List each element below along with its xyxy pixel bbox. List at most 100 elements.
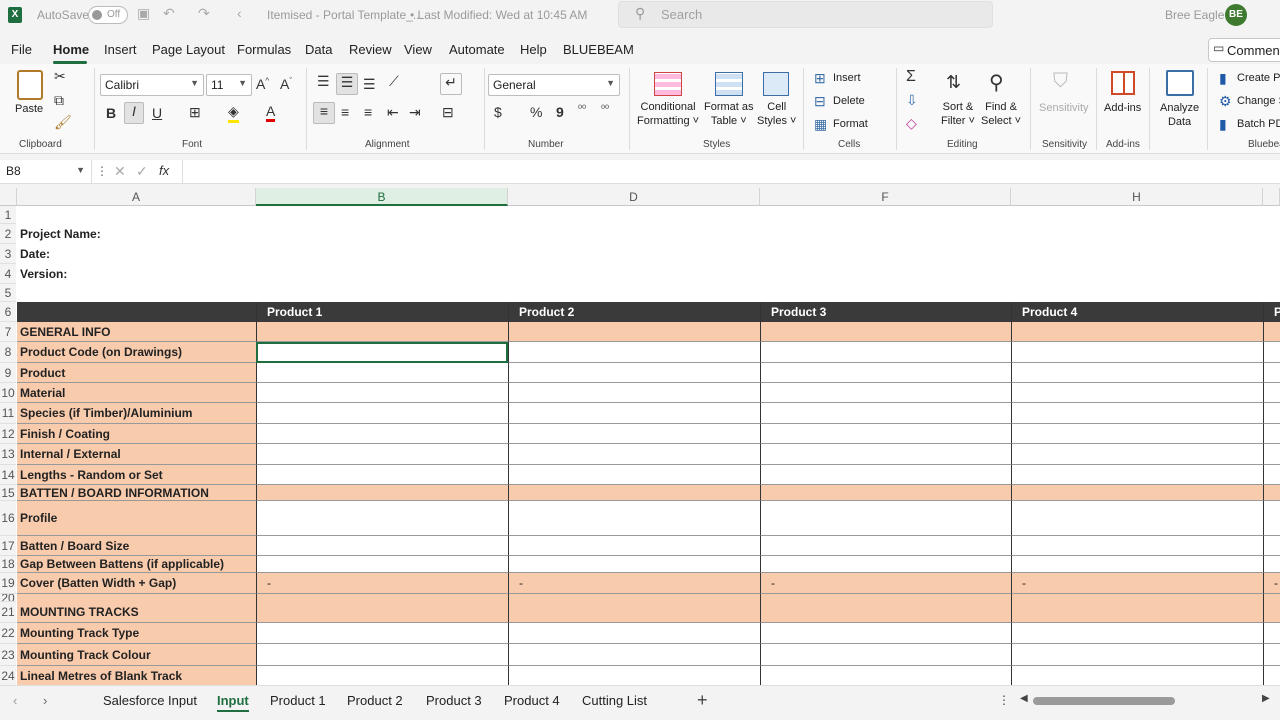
grid-cell[interactable] bbox=[1011, 363, 1263, 383]
paste-button[interactable]: Paste bbox=[15, 102, 43, 116]
grid-cell[interactable] bbox=[1263, 342, 1280, 363]
grid-cell[interactable] bbox=[508, 536, 760, 556]
grid-cell[interactable] bbox=[256, 644, 508, 666]
scroll-left-icon[interactable]: ◀ bbox=[1020, 693, 1028, 704]
decrease-decimal-icon[interactable]: ⁰⁰ bbox=[601, 104, 609, 115]
font-name-dropdown[interactable]: Calibri ▼ bbox=[100, 74, 204, 96]
row-label[interactable]: Material bbox=[17, 383, 256, 403]
more-commands-icon[interactable]: ‹ bbox=[237, 5, 242, 21]
row-label[interactable]: Date: bbox=[17, 244, 256, 264]
align-left-icon[interactable]: ≡ bbox=[313, 102, 335, 124]
row-label[interactable]: Mounting Track Type bbox=[17, 623, 256, 644]
grid-cell[interactable] bbox=[256, 556, 508, 573]
cut-icon[interactable]: ✂ bbox=[54, 68, 66, 85]
grid-cell[interactable] bbox=[256, 666, 508, 685]
grid-cell[interactable] bbox=[1263, 465, 1280, 485]
format-cells-icon[interactable]: ▦ bbox=[814, 116, 827, 133]
tab-data[interactable]: Data bbox=[305, 42, 332, 57]
grid-cell[interactable] bbox=[508, 342, 760, 363]
cancel-icon[interactable]: ✕ bbox=[114, 163, 126, 180]
row-header[interactable]: 2 bbox=[0, 224, 16, 244]
add-ins-button[interactable]: Add-ins bbox=[1104, 101, 1141, 115]
grid-cell[interactable] bbox=[1263, 284, 1280, 302]
grid-cell[interactable] bbox=[256, 284, 508, 302]
grid-cell[interactable] bbox=[1011, 465, 1263, 485]
row-label[interactable] bbox=[17, 302, 256, 322]
add-ins-icon[interactable] bbox=[1111, 71, 1135, 95]
grid-cell[interactable] bbox=[508, 403, 760, 424]
row-header[interactable]: 3 bbox=[0, 244, 16, 264]
decrease-font-icon[interactable]: Aˇ bbox=[280, 76, 292, 92]
grid-cell[interactable] bbox=[760, 424, 1011, 444]
column-header-a[interactable]: A bbox=[17, 188, 256, 206]
grid-cell[interactable] bbox=[508, 284, 760, 302]
grid-cell[interactable] bbox=[1263, 206, 1280, 224]
grid-cell[interactable] bbox=[508, 264, 760, 284]
find-select-icon[interactable]: ⚲ bbox=[989, 70, 1004, 95]
grid-cell[interactable] bbox=[1263, 623, 1280, 644]
row-label[interactable]: Gap Between Battens (if applicable) bbox=[17, 556, 256, 573]
font-color-icon[interactable]: A bbox=[266, 103, 276, 122]
row-header[interactable]: 16 bbox=[0, 501, 16, 536]
row-header[interactable]: 13 bbox=[0, 444, 16, 465]
grid-cell[interactable] bbox=[1263, 424, 1280, 444]
row-header[interactable]: 9 bbox=[0, 363, 16, 383]
analyze-data-button[interactable]: Analyze Data bbox=[1160, 101, 1199, 129]
grid-cell[interactable] bbox=[508, 383, 760, 403]
grid-cell[interactable] bbox=[508, 465, 760, 485]
grid-cell[interactable] bbox=[508, 501, 760, 536]
sort-filter-icon[interactable]: ⇅ bbox=[946, 72, 961, 93]
grid-cell[interactable] bbox=[1011, 206, 1263, 224]
tab-bluebeam[interactable]: BLUEBEAM bbox=[563, 42, 634, 57]
redo-icon[interactable]: ↷ bbox=[198, 5, 210, 22]
grid-cell[interactable] bbox=[760, 363, 1011, 383]
name-box[interactable]: B8 ▼ bbox=[0, 160, 92, 184]
align-center-icon[interactable]: ≡ bbox=[341, 104, 349, 120]
grid-cell[interactable] bbox=[1263, 363, 1280, 383]
format-as-table-icon[interactable] bbox=[715, 72, 743, 96]
formula-input[interactable] bbox=[182, 160, 1280, 184]
grid-cell[interactable] bbox=[760, 444, 1011, 465]
paste-icon[interactable] bbox=[17, 70, 43, 100]
row-label[interactable]: Internal / External bbox=[17, 444, 256, 465]
autosave-toggle[interactable]: Off bbox=[88, 6, 128, 24]
grid-cell[interactable] bbox=[760, 536, 1011, 556]
grid-cell[interactable] bbox=[1263, 403, 1280, 424]
add-sheet-icon[interactable]: + bbox=[697, 690, 708, 711]
cover-value-cell[interactable]: - bbox=[1011, 573, 1263, 594]
grid-cell[interactable] bbox=[1263, 224, 1280, 244]
grid-cell[interactable] bbox=[1011, 244, 1263, 264]
grid-cell[interactable] bbox=[256, 383, 508, 403]
merge-center-icon[interactable]: ⊟ bbox=[442, 104, 454, 121]
row-label[interactable]: Species (if Timber)/Aluminium bbox=[17, 403, 256, 424]
format-painter-icon[interactable]: 🖌 bbox=[54, 114, 72, 131]
grid-cell[interactable] bbox=[256, 244, 508, 264]
grid-cell[interactable] bbox=[1011, 342, 1263, 363]
grid-cell[interactable] bbox=[1011, 501, 1263, 536]
grid-cell[interactable] bbox=[760, 602, 1011, 623]
row-header[interactable]: 5 bbox=[0, 284, 16, 302]
grid-cell[interactable] bbox=[256, 602, 508, 623]
tab-automate[interactable]: Automate bbox=[449, 42, 505, 57]
format-as-table-button[interactable]: Format as Table ˅ bbox=[704, 100, 754, 128]
underline-icon[interactable]: U bbox=[152, 105, 162, 121]
scroll-tabs-left-icon[interactable]: ‹ bbox=[13, 693, 17, 708]
select-all-corner[interactable] bbox=[0, 188, 17, 206]
delete-cells-button[interactable]: Delete bbox=[833, 95, 865, 107]
grid-cell[interactable] bbox=[256, 424, 508, 444]
row-header[interactable]: 21 bbox=[0, 602, 16, 623]
row-label[interactable]: Mounting Track Colour bbox=[17, 644, 256, 666]
cover-value-cell[interactable]: - bbox=[256, 573, 508, 594]
grid-cell[interactable] bbox=[508, 602, 760, 623]
tab-insert[interactable]: Insert bbox=[104, 42, 137, 57]
grid-cell[interactable] bbox=[1011, 556, 1263, 573]
grid-cell[interactable] bbox=[256, 363, 508, 383]
sheet-tab-product-3[interactable]: Product 3 bbox=[426, 693, 482, 708]
italic-icon[interactable]: I bbox=[124, 102, 144, 124]
align-top-icon[interactable]: ☰ bbox=[317, 73, 330, 90]
grid-cell[interactable] bbox=[1263, 501, 1280, 536]
grid-cell[interactable] bbox=[1011, 224, 1263, 244]
row-header[interactable]: 23 bbox=[0, 644, 16, 666]
grid-cell[interactable] bbox=[1011, 424, 1263, 444]
row-label[interactable]: Product bbox=[17, 363, 256, 383]
